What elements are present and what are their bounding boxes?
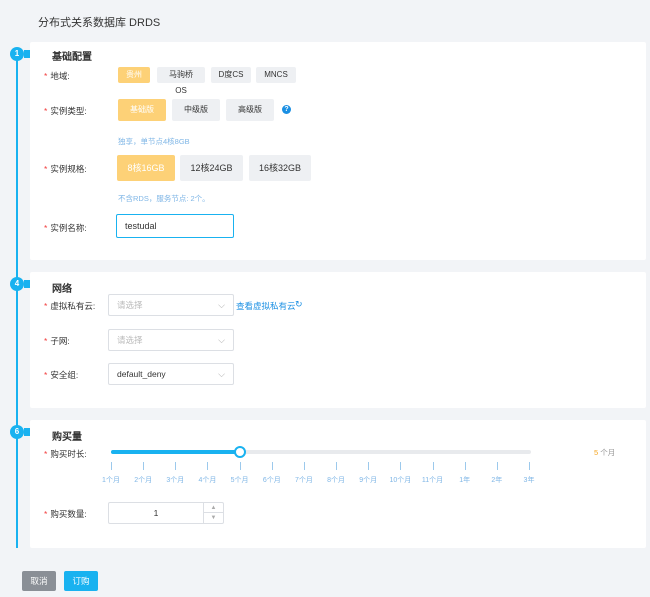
duration-tick xyxy=(529,462,530,470)
duration-tick-label[interactable]: 1年 xyxy=(450,475,480,485)
section-title-network: 网络 xyxy=(52,284,72,295)
duration-tick-label[interactable]: 2年 xyxy=(482,475,512,485)
duration-tick-label[interactable]: 1个月 xyxy=(96,475,126,485)
vpc-select[interactable]: 请选择 ⌵ xyxy=(108,294,234,316)
region-label: * 地域: xyxy=(44,71,70,81)
vpc-select-placeholder: 请选择 xyxy=(117,300,143,310)
instance-spec-hint: 不含RDS，服务节点: 2个。 xyxy=(118,194,210,203)
subnet-select-placeholder: 请选择 xyxy=(117,335,143,345)
view-vpc-link[interactable]: 查看虚拟私有云 xyxy=(236,300,296,312)
purchase-card: 购买量 * 购买时长: 5 个月 * 购买数量: 1 ▲ ▼ 1个月 2个月 3个月 4个… xyxy=(30,420,646,548)
duration-tick xyxy=(336,462,338,470)
duration-tick xyxy=(303,462,305,470)
basic-config-card: 基础配置 * 地域: 贵州 马驹桥OS D度CS MNCS * 实例类型: 基础版 … xyxy=(30,42,646,260)
duration-tick-label[interactable]: 5个月 xyxy=(225,475,255,485)
quantity-arrows: ▲ ▼ xyxy=(203,503,223,523)
section-title-purchase: 购买量 xyxy=(52,432,82,443)
quantity-stepper[interactable]: 1 ▲ ▼ xyxy=(108,502,224,524)
region-option-guizhou[interactable]: 贵州 xyxy=(118,67,150,83)
duration-tick-label[interactable]: 3个月 xyxy=(160,475,190,485)
instance-spec-8c16g[interactable]: 8核16GB xyxy=(117,155,175,181)
instance-type-label: * 实例类型: xyxy=(44,106,87,116)
duration-tick-label[interactable]: 3年 xyxy=(514,475,544,485)
instance-type-advanced[interactable]: 高级版 xyxy=(226,99,274,121)
region-option-2[interactable]: 马驹桥OS xyxy=(157,67,205,95)
duration-tick xyxy=(175,462,177,470)
order-button[interactable]: 订购 xyxy=(64,571,98,591)
step-badge-4: 4 xyxy=(10,277,24,291)
duration-tick xyxy=(464,462,466,470)
duration-tick xyxy=(368,462,370,470)
duration-tick-label[interactable]: 8个月 xyxy=(321,475,351,485)
chevron-down-icon: ⌵ xyxy=(218,335,225,345)
duration-tick xyxy=(432,462,434,470)
duration-tick xyxy=(207,462,209,470)
duration-tick-label[interactable]: 4个月 xyxy=(192,475,222,485)
help-icon[interactable]: ? xyxy=(282,105,291,114)
duration-tick xyxy=(496,462,498,470)
duration-tick-label[interactable]: 6个月 xyxy=(257,475,287,485)
duration-label: * 购买时长: xyxy=(44,449,87,459)
vpc-label: * 虚拟私有云: xyxy=(44,301,96,311)
duration-tick-label[interactable]: 10个月 xyxy=(385,475,415,485)
duration-tick-label[interactable]: 9个月 xyxy=(353,475,383,485)
instance-spec-16c32g[interactable]: 16核32GB xyxy=(249,155,311,181)
duration-tick xyxy=(239,462,241,470)
refresh-icon[interactable]: ↻ xyxy=(295,299,303,310)
duration-slider-handle[interactable] xyxy=(233,446,246,458)
duration-tick-label[interactable]: 7个月 xyxy=(289,475,319,485)
instance-spec-12c24g[interactable]: 12核24GB xyxy=(180,155,243,181)
quantity-label: * 购买数量: xyxy=(44,509,87,519)
cancel-button[interactable]: 取消 xyxy=(22,571,56,591)
chevron-up-icon[interactable]: ▲ xyxy=(204,503,223,513)
subnet-label: * 子网: xyxy=(44,336,70,346)
duration-tick-label[interactable]: 11个月 xyxy=(418,475,448,485)
security-group-value: default_deny xyxy=(117,369,166,379)
region-option-3[interactable]: D度CS xyxy=(211,67,251,83)
duration-tick-label[interactable]: 2个月 xyxy=(128,475,158,485)
duration-tick xyxy=(143,462,145,470)
security-group-label: * 安全组: xyxy=(44,370,79,380)
instance-name-input[interactable]: testudal xyxy=(116,214,234,238)
section-title-basic: 基础配置 xyxy=(52,52,92,63)
page-title: 分布式关系数据库 DRDS xyxy=(38,17,161,29)
duration-tick xyxy=(271,462,273,470)
instance-spec-label: * 实例规格: xyxy=(44,164,87,174)
duration-tick xyxy=(111,462,112,470)
instance-type-basic[interactable]: 基础版 xyxy=(118,99,166,121)
chevron-down-icon: ⌵ xyxy=(218,369,225,379)
duration-tick xyxy=(400,462,402,470)
chevron-down-icon: ⌵ xyxy=(218,300,225,310)
chevron-down-icon[interactable]: ▼ xyxy=(204,513,223,523)
quantity-value[interactable]: 1 xyxy=(109,503,203,523)
duration-slider-fill xyxy=(111,450,240,454)
instance-type-hint: 独享，单节点4核8GB xyxy=(118,137,190,146)
security-group-select[interactable]: default_deny ⌵ xyxy=(108,363,234,385)
region-option-4[interactable]: MNCS xyxy=(256,67,296,83)
subnet-select[interactable]: 请选择 ⌵ xyxy=(108,329,234,351)
instance-name-label: * 实例名称: xyxy=(44,223,87,233)
step-timeline xyxy=(16,54,18,548)
step-badge-1: 1 xyxy=(10,47,24,61)
instance-type-mid[interactable]: 中级版 xyxy=(172,99,220,121)
duration-value: 5 个月 xyxy=(594,448,616,457)
step-badge-6: 6 xyxy=(10,425,24,439)
network-card: 网络 * 虚拟私有云: 请选择 ⌵ 查看虚拟私有云 ↻ * 子网: 请选择 ⌵ * 安… xyxy=(30,272,646,408)
